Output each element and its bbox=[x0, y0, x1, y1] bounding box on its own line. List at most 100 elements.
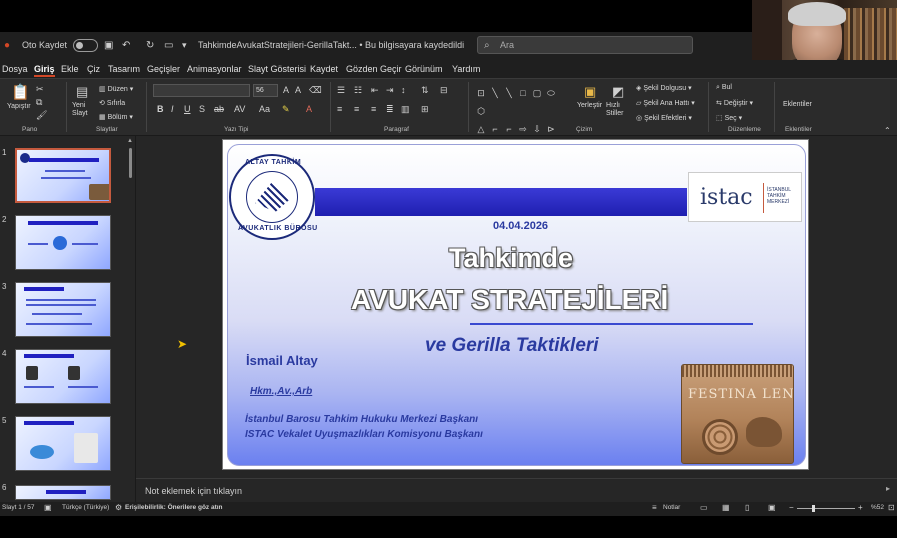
text-shadow-icon[interactable]: S bbox=[199, 104, 205, 114]
menu-gecisler[interactable]: Geçişler bbox=[147, 64, 180, 74]
align-text-icon[interactable]: ⊟ bbox=[440, 85, 448, 96]
zoom-level[interactable]: %52 bbox=[871, 504, 884, 511]
slide-thumbnail-4[interactable] bbox=[15, 349, 111, 404]
notes-icon[interactable]: ≡ bbox=[652, 503, 657, 512]
shape-arrow-icon[interactable]: ⇨ bbox=[516, 123, 530, 135]
menu-gorunum[interactable]: Görünüm bbox=[405, 64, 443, 74]
columns-icon[interactable]: ▥ bbox=[401, 104, 410, 115]
notes-button[interactable]: Notlar bbox=[663, 504, 680, 511]
zoom-slider[interactable] bbox=[797, 508, 855, 509]
slide-thumbnail-3[interactable] bbox=[15, 282, 111, 337]
increase-indent-icon[interactable]: ⇥ bbox=[386, 85, 394, 96]
paste-icon[interactable]: 📋 bbox=[11, 83, 30, 101]
slide-sorter-icon[interactable]: ▦ bbox=[722, 503, 730, 512]
menu-giris[interactable]: Giriş bbox=[34, 64, 55, 77]
scroll-up-icon[interactable]: ▲ bbox=[127, 138, 133, 144]
spellcheck-icon[interactable]: ▣ bbox=[44, 503, 52, 512]
clear-formatting-icon[interactable]: ⌫ bbox=[309, 85, 322, 96]
shape-hex-icon[interactable]: ⬡ bbox=[474, 105, 488, 117]
replace-button[interactable]: ⇆ Değiştir ▾ bbox=[716, 99, 753, 107]
slide-thumbnail-2[interactable] bbox=[15, 215, 111, 270]
strikethrough-icon[interactable]: ab bbox=[214, 104, 224, 114]
addins-button[interactable]: Eklentiler bbox=[783, 101, 812, 108]
notes-placeholder[interactable]: Not eklemek için tıklayın bbox=[145, 486, 242, 496]
paste-button[interactable]: Yapıştır bbox=[7, 103, 31, 110]
line-spacing-icon[interactable]: ↕ bbox=[401, 85, 406, 95]
find-button[interactable]: ⌕ Bul bbox=[716, 84, 732, 92]
justify-icon[interactable]: ≣ bbox=[386, 104, 394, 115]
undo-icon[interactable]: ↶ bbox=[122, 40, 130, 51]
bullets-icon[interactable]: ☰ bbox=[337, 85, 345, 96]
shape-triangle-icon[interactable]: △ bbox=[474, 123, 488, 135]
menu-kaydet[interactable]: Kaydet bbox=[310, 64, 338, 74]
align-right-icon[interactable]: ≡ bbox=[371, 104, 376, 114]
change-case-icon[interactable]: Aa bbox=[259, 104, 270, 114]
shape-rect-icon[interactable]: □ bbox=[516, 87, 530, 99]
bold-icon[interactable]: B bbox=[157, 104, 164, 114]
menu-animasyonlar[interactable]: Animasyonlar bbox=[187, 64, 242, 74]
numbering-icon[interactable]: ☷ bbox=[354, 85, 362, 96]
autosave-toggle[interactable] bbox=[73, 39, 98, 52]
accessibility-icon[interactable]: ⚙ bbox=[115, 503, 122, 512]
notes-scroll-icon[interactable]: ▸ bbox=[886, 484, 890, 493]
thumbnail-scrollbar[interactable]: ▲ bbox=[127, 138, 134, 500]
shape-oval-icon[interactable]: ⬭ bbox=[544, 87, 558, 99]
menu-ekle[interactable]: Ekle bbox=[61, 64, 79, 74]
zoom-in-icon[interactable]: + bbox=[858, 503, 863, 512]
shape-gallery[interactable]: ⊡╲╲□▢⬭⬡ △⌐⌐⇨⇩⊳◲ ⌒⌒∽{}☆▾ bbox=[474, 83, 562, 188]
underline-icon[interactable]: U bbox=[184, 104, 191, 114]
shape-fill-button[interactable]: ◈ Şekil Dolgusu ▾ bbox=[636, 84, 692, 92]
select-button[interactable]: ⬚ Seç ▾ bbox=[716, 114, 742, 122]
shape-textbox-icon[interactable]: ⊡ bbox=[474, 87, 488, 99]
shape-effects-button[interactable]: ◎ Şekil Efektleri ▾ bbox=[636, 114, 692, 122]
new-slide-button[interactable]: Yeni Slayt bbox=[72, 102, 96, 118]
fit-to-window-icon[interactable]: ⊡ bbox=[888, 503, 895, 512]
menu-slayt-gosterisi[interactable]: Slayt Gösterisi bbox=[248, 64, 306, 74]
grow-font-icon[interactable]: A bbox=[283, 85, 289, 95]
menu-dosya[interactable]: Dosya bbox=[2, 64, 28, 74]
save-icon[interactable]: ▣ bbox=[104, 40, 113, 51]
format-painter-icon[interactable]: 🖌 bbox=[36, 110, 47, 121]
quick-styles-icon[interactable]: ◩ bbox=[612, 84, 624, 100]
text-direction-icon[interactable]: ⇅ bbox=[421, 85, 429, 96]
font-size-select[interactable]: 56 bbox=[253, 84, 278, 97]
shape-line-icon[interactable]: ╲ bbox=[488, 87, 502, 99]
reading-view-icon[interactable]: ▯ bbox=[745, 503, 749, 512]
shape-line2-icon[interactable]: ╲ bbox=[502, 87, 516, 99]
present-icon[interactable]: ▭ bbox=[164, 40, 173, 51]
shape-elbow-icon[interactable]: ⌐ bbox=[488, 123, 502, 135]
slide-thumbnail-5[interactable] bbox=[15, 416, 111, 471]
slide-thumbnail-1[interactable] bbox=[15, 148, 111, 203]
character-spacing-icon[interactable]: AV bbox=[234, 104, 245, 114]
menu-yardim[interactable]: Yardım bbox=[452, 64, 480, 74]
align-center-icon[interactable]: ≡ bbox=[354, 104, 359, 114]
copy-icon[interactable]: ⧉ bbox=[36, 97, 42, 108]
italic-icon[interactable]: I bbox=[171, 104, 174, 114]
new-slide-icon[interactable]: ▤ bbox=[76, 84, 88, 100]
language-indicator[interactable]: Türkçe (Türkiye) bbox=[62, 504, 109, 511]
redo-icon[interactable]: ↻ bbox=[146, 40, 154, 51]
customize-qat-icon[interactable]: ▾ bbox=[182, 40, 187, 51]
decrease-indent-icon[interactable]: ⇤ bbox=[371, 85, 379, 96]
arrange-button[interactable]: Yerleştir bbox=[577, 102, 602, 109]
collapse-ribbon-icon[interactable]: ⌃ bbox=[884, 126, 891, 135]
document-filename[interactable]: TahkimdeAvukatStratejileri-GerillaTakt..… bbox=[198, 40, 464, 50]
smartart-icon[interactable]: ⊞ bbox=[421, 104, 429, 115]
search-input[interactable]: ⌕ Ara bbox=[477, 36, 693, 54]
shape-outline-button[interactable]: ▱ Şekil Ana Hattı ▾ bbox=[636, 99, 695, 107]
font-color-icon[interactable]: A bbox=[306, 104, 312, 114]
zoom-out-icon[interactable]: − bbox=[789, 503, 794, 512]
shape-chevron-icon[interactable]: ⊳ bbox=[544, 123, 558, 135]
highlight-icon[interactable]: ✎ bbox=[282, 104, 290, 115]
align-left-icon[interactable]: ≡ bbox=[337, 104, 342, 114]
zoom-slider-thumb[interactable] bbox=[812, 505, 815, 512]
shrink-font-icon[interactable]: A bbox=[295, 85, 301, 95]
reset-button[interactable]: ⟲ Sıfırla bbox=[99, 99, 125, 107]
shape-downarrow-icon[interactable]: ⇩ bbox=[530, 123, 544, 135]
menu-ciz[interactable]: Çiz bbox=[87, 64, 100, 74]
slide-thumbnail-6[interactable] bbox=[15, 485, 111, 500]
accessibility-status[interactable]: Erişilebilirlik: Önerilere göz atın bbox=[125, 504, 223, 511]
slideshow-view-icon[interactable]: ▣ bbox=[768, 503, 776, 512]
font-family-select[interactable] bbox=[153, 84, 250, 97]
cut-icon[interactable]: ✂ bbox=[36, 84, 44, 95]
